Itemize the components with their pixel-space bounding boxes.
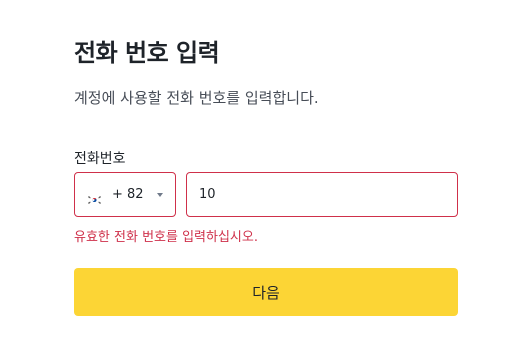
page-subtitle: 계정에 사용할 전화 번호를 입력합니다. — [74, 89, 319, 107]
south-korea-flag-icon — [87, 190, 102, 205]
caret-down-icon — [157, 192, 163, 197]
phone-field-label: 전화번호 — [74, 151, 126, 167]
phone-error-message: 유효한 전화 번호를 입력하십시오. — [74, 230, 258, 245]
next-button[interactable]: 다음 — [74, 268, 458, 316]
phone-number-input[interactable] — [186, 172, 458, 217]
phone-entry-page: 전화 번호 입력 계정에 사용할 전화 번호를 입력합니다. 전화번호 + 82… — [0, 0, 520, 357]
country-code-select[interactable]: + 82 — [74, 172, 176, 217]
page-title: 전화 번호 입력 — [74, 39, 220, 67]
dial-code: + 82 — [112, 187, 144, 202]
